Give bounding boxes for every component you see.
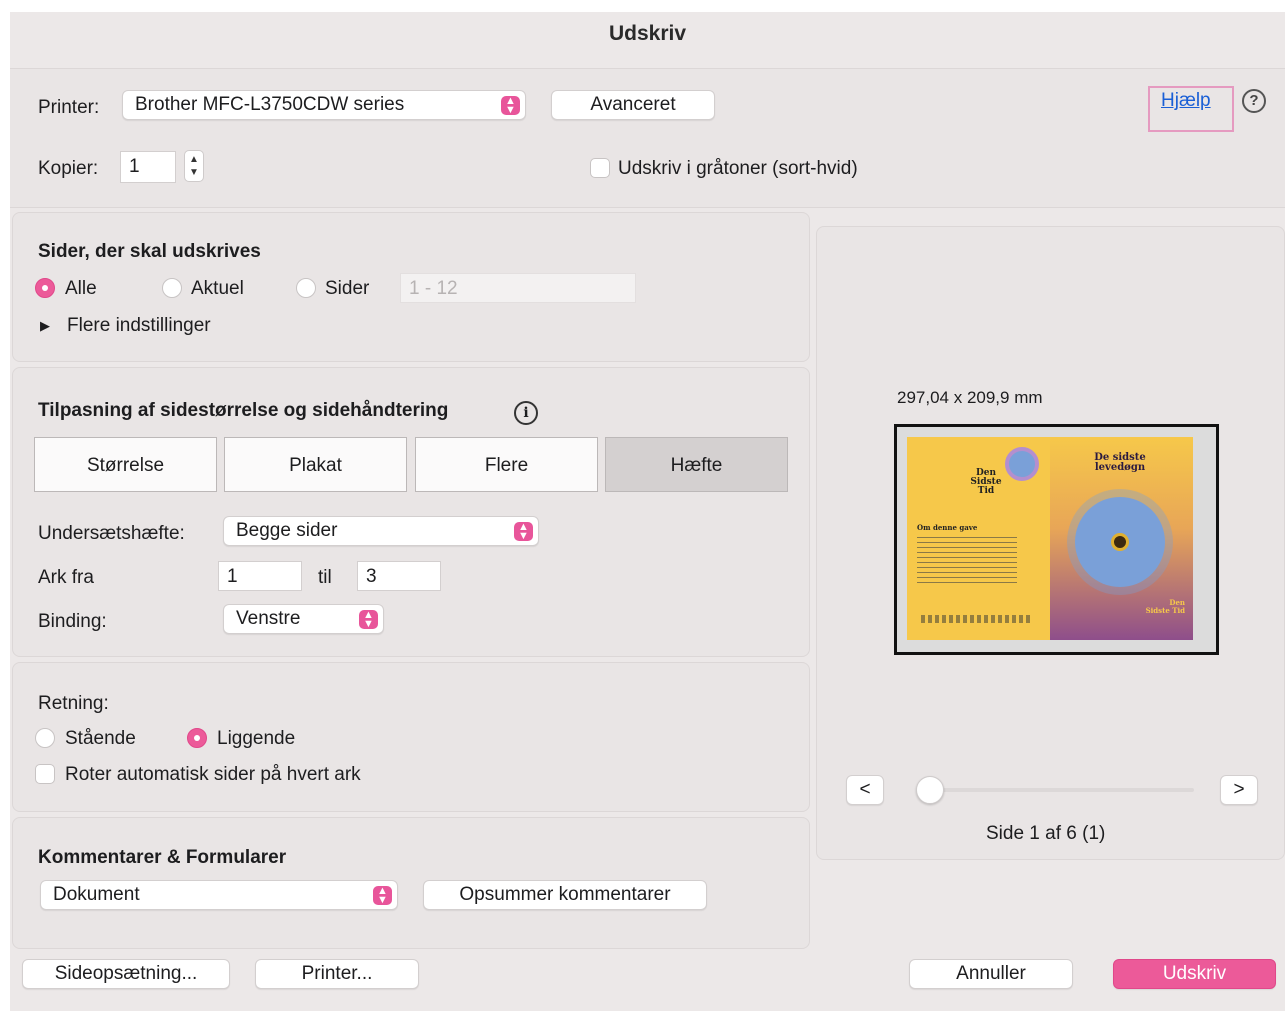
sheets-to-label: til — [318, 567, 332, 588]
page-indicator: Side 1 af 6 (1) — [986, 823, 1106, 844]
page-preview: Den Sidste Tid Om denne gave De sidste l… — [894, 424, 1219, 655]
radio-landscape[interactable] — [187, 728, 207, 748]
binding-select[interactable]: Venstre ▲ ▼ — [223, 604, 384, 634]
printer-select[interactable]: Brother MFC-L3750CDW series ▲ ▼ — [122, 90, 526, 120]
radio-pages[interactable] — [296, 278, 316, 298]
scaling-heading: Tilpasning af sidestørrelse og sidehåndt… — [38, 400, 449, 421]
printer-button[interactable]: Printer... — [255, 959, 419, 989]
page-slider[interactable] — [928, 788, 1194, 792]
booklet-select[interactable]: Begge sider ▲ ▼ — [223, 516, 539, 546]
radio-landscape-label: Liggende — [217, 728, 296, 749]
radio-current[interactable] — [162, 278, 182, 298]
right-page-footer-title: Den Sidste Tid — [1145, 598, 1185, 615]
radio-portrait[interactable] — [35, 728, 55, 748]
print-button[interactable]: Udskriv — [1113, 959, 1276, 989]
disclosure-triangle-icon[interactable]: ▶ — [40, 318, 50, 334]
sheets-to-field[interactable]: 3 — [357, 561, 441, 591]
copies-label: Kopier: — [38, 158, 99, 179]
left-page-logos — [921, 615, 1031, 623]
grayscale-label: Udskriv i gråtoner (sort-hvid) — [618, 158, 858, 179]
copies-stepper[interactable]: ▲ ▼ — [184, 150, 204, 182]
radio-current-label: Aktuel — [191, 278, 244, 299]
flower-center-icon — [1111, 533, 1129, 551]
page-setup-button[interactable]: Sideopsætning... — [22, 959, 230, 989]
radio-all[interactable] — [35, 278, 55, 298]
radio-all-label: Alle — [65, 278, 97, 299]
tab-size[interactable]: Størrelse — [34, 437, 217, 492]
left-page-title: Den Sidste Tid — [970, 468, 1002, 496]
grayscale-checkbox[interactable] — [590, 158, 610, 178]
auto-rotate-label: Roter automatisk sider på hvert ark — [65, 764, 361, 785]
page-range-field[interactable]: 1 - 12 — [400, 273, 636, 303]
chevron-updown-icon: ▲ ▼ — [373, 886, 392, 906]
cancel-button[interactable]: Annuller — [909, 959, 1073, 989]
left-page-text-block — [917, 537, 1017, 587]
paper-size-label: 297,04 x 209,9 mm — [897, 388, 1043, 407]
window-title: Udskriv — [608, 22, 687, 45]
tab-booklet[interactable]: Hæfte — [605, 437, 788, 492]
printer-panel — [10, 68, 1285, 208]
auto-rotate-checkbox[interactable] — [35, 764, 55, 784]
tab-poster[interactable]: Plakat — [224, 437, 407, 492]
radio-portrait-label: Stående — [65, 728, 136, 749]
chevron-updown-icon: ▲ ▼ — [514, 522, 533, 542]
preview-right-page: De sidste levedøgn Den Sidste Tid — [1050, 437, 1193, 640]
flower-large-icon — [1075, 497, 1165, 587]
scaling-tabs: Størrelse Plakat Flere Hæfte — [34, 437, 790, 492]
printer-select-value: Brother MFC-L3750CDW series — [135, 94, 405, 115]
sheets-label: Ark fra — [38, 567, 94, 588]
booklet-label: Undersætshæfte: — [38, 523, 185, 544]
binding-label: Binding: — [38, 611, 107, 632]
copies-field[interactable]: 1 — [120, 151, 176, 183]
page-slider-thumb[interactable] — [916, 776, 944, 804]
tab-multiple[interactable]: Flere — [415, 437, 598, 492]
pages-heading: Sider, der skal udskrives — [38, 241, 261, 262]
right-page-title: De sidste levedøgn — [1094, 452, 1146, 473]
binding-select-value: Venstre — [236, 608, 301, 629]
advanced-button[interactable]: Avanceret — [551, 90, 715, 120]
print-dialog: Udskriv Printer: Brother MFC-L3750CDW se… — [10, 12, 1285, 1011]
comments-select[interactable]: Dokument ▲ ▼ — [40, 880, 398, 910]
sheets-from-field[interactable]: 1 — [218, 561, 302, 591]
chevron-updown-icon: ▲ ▼ — [359, 610, 378, 630]
left-page-heading: Om denne gave — [917, 523, 978, 532]
help-link[interactable]: Hjælp — [1161, 90, 1211, 112]
comments-select-value: Dokument — [53, 884, 140, 905]
orientation-heading: Retning: — [38, 693, 109, 714]
chevron-updown-icon: ▲ ▼ — [501, 96, 520, 116]
next-page-button[interactable]: > — [1220, 775, 1258, 805]
previous-page-button[interactable]: < — [846, 775, 884, 805]
preview-left-page: Den Sidste Tid Om denne gave — [907, 437, 1050, 640]
radio-pages-label: Sider — [325, 278, 370, 299]
summarize-comments-button[interactable]: Opsummer kommentarer — [423, 880, 707, 910]
booklet-select-value: Begge sider — [236, 520, 338, 541]
question-circle-icon[interactable]: ? — [1242, 89, 1266, 113]
comments-heading: Kommentarer & Formularer — [38, 847, 287, 868]
more-settings-label[interactable]: Flere indstillinger — [67, 315, 211, 337]
printer-label: Printer: — [38, 97, 100, 118]
info-icon[interactable]: i — [514, 401, 538, 425]
